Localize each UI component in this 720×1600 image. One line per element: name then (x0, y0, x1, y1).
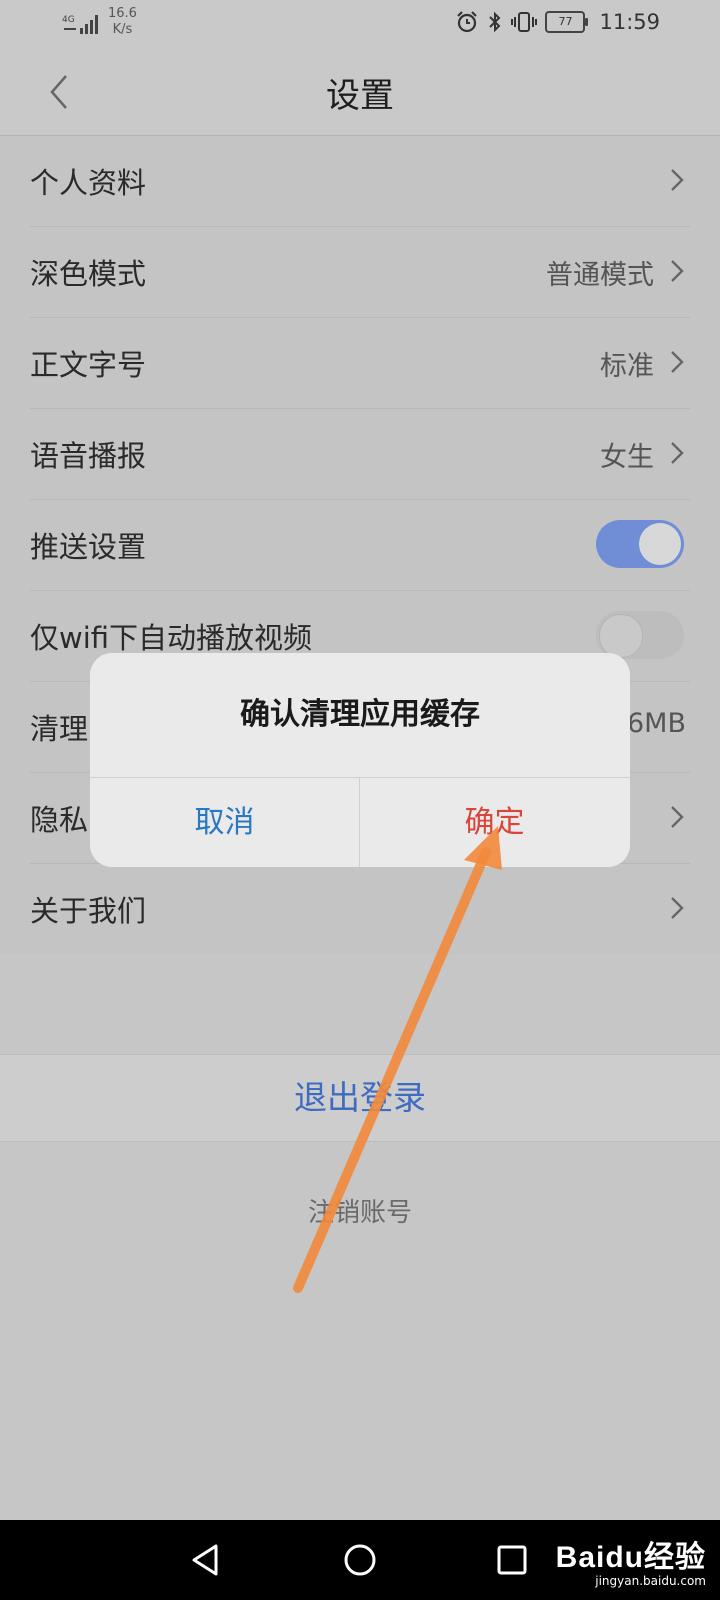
row-label: 正文字号 (30, 348, 147, 382)
signal-icon: 4G (62, 15, 98, 34)
page-title: 设置 (326, 76, 394, 116)
nav-home-icon[interactable] (342, 1542, 378, 1578)
row-label: 关于我们 (30, 894, 147, 928)
settings-row-voice[interactable]: 语音播报 女生 (30, 409, 690, 500)
cache-size: 6MB (627, 708, 686, 739)
chevron-right-icon (671, 442, 684, 464)
svg-text:4G: 4G (62, 15, 75, 25)
toggle-knob (599, 614, 643, 658)
dialog-title: 确认清理应用缓存 (90, 653, 630, 778)
chevron-right-icon (671, 169, 684, 191)
nav-recents-icon[interactable] (494, 1542, 530, 1578)
row-value: 普通模式 (546, 260, 654, 291)
dialog-cancel-button[interactable]: 取消 (90, 778, 360, 867)
row-label: 清理 (30, 712, 89, 746)
status-bar: 4G 16.6 K/s 77 11:59 (0, 0, 720, 50)
status-right: 77 11:59 (455, 10, 660, 34)
row-label: 个人资料 (30, 166, 147, 200)
settings-row-profile[interactable]: 个人资料 (30, 136, 690, 227)
battery-icon: 77 (545, 11, 589, 33)
system-nav-bar: Baidu经验 jingyan.baidu.com (0, 1520, 720, 1600)
app-header: 设置 (0, 50, 720, 136)
row-value: 标准 (600, 351, 654, 382)
toggle-knob (639, 523, 681, 565)
chevron-right-icon (671, 260, 684, 282)
watermark: Baidu经验 jingyan.baidu.com (556, 1532, 706, 1588)
alarm-icon (457, 11, 478, 33)
chevron-right-icon (671, 351, 684, 373)
vibrate-icon (511, 12, 538, 32)
settings-row-dark-mode[interactable]: 深色模式 普通模式 (30, 227, 690, 318)
cancel-account-link[interactable]: 注销账号 (0, 1192, 720, 1229)
bluetooth-icon (489, 11, 501, 33)
settings-row-font-size[interactable]: 正文字号 标准 (30, 318, 690, 409)
logout-button[interactable]: 退出登录 (0, 1054, 720, 1142)
confirm-dialog: 确认清理应用缓存 取消 确定 (90, 653, 630, 867)
watermark-url: jingyan.baidu.com (595, 1574, 706, 1588)
settings-screen: 4G 16.6 K/s 77 11:59 设置 个人资料 深色模式 普通模式 正… (0, 0, 720, 1520)
wifi-autoplay-toggle[interactable] (596, 611, 684, 659)
settings-row-about[interactable]: 关于我们 (30, 864, 690, 954)
status-time: 11:59 (599, 10, 660, 34)
row-value: 女生 (600, 442, 654, 473)
chevron-right-icon (671, 806, 684, 828)
nav-back-icon[interactable] (188, 1542, 224, 1578)
settings-row-push: 推送设置 (30, 500, 690, 591)
chevron-right-icon (671, 897, 684, 919)
network-speed: 16.6 K/s (108, 6, 137, 37)
row-label: 推送设置 (30, 530, 147, 564)
row-label: 隐私 (30, 803, 89, 837)
dialog-confirm-button[interactable]: 确定 (360, 778, 629, 867)
watermark-brand: Baidu经验 (555, 1541, 706, 1574)
row-label: 仅wifi下自动播放视频 (30, 621, 313, 655)
push-toggle[interactable] (596, 520, 684, 568)
row-label: 语音播报 (30, 439, 147, 473)
row-label: 深色模式 (30, 257, 147, 291)
